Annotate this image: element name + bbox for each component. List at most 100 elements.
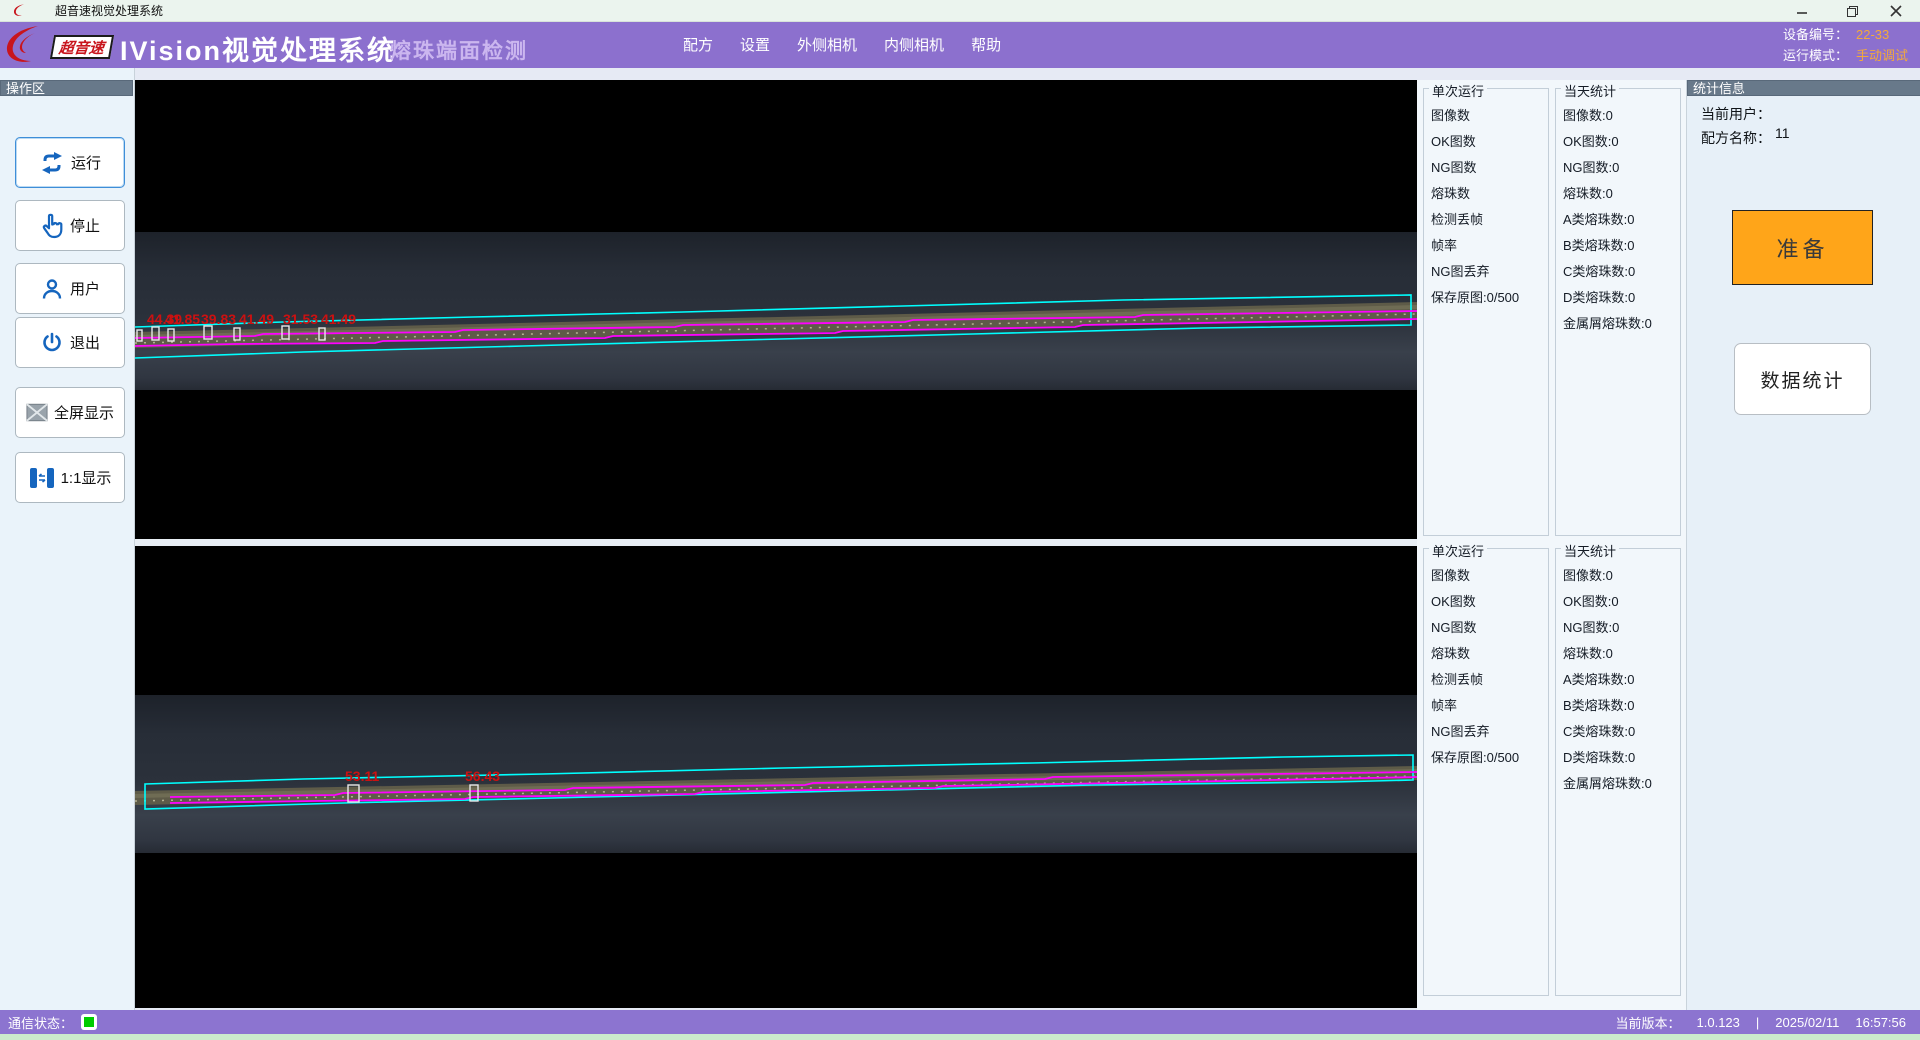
user-label: 用户 (70, 278, 100, 299)
fullscreen-label: 全屏显示 (54, 402, 114, 423)
restore-icon (1846, 5, 1859, 18)
window-titlebar: 超音速视觉处理系统 (0, 0, 1920, 22)
stat-row: 图像数 (1431, 105, 1548, 131)
stat-row: OK图数:0 (1563, 591, 1680, 617)
stat-row: 帧率 (1431, 235, 1548, 261)
groupbox-title: 当天统计 (1561, 81, 1619, 100)
ready-button[interactable]: 准备 (1732, 210, 1873, 285)
desktop-strip (0, 1034, 1920, 1040)
brand-logo-badge: 超音速 (50, 35, 114, 59)
one-to-one-label: 1:1显示 (61, 467, 112, 488)
restore-button[interactable] (1832, 0, 1872, 22)
status-separator: | (1756, 1015, 1759, 1030)
stat-row: 保存原图:0/500 (1431, 287, 1548, 313)
app-logo-icon (13, 3, 28, 23)
close-button[interactable] (1876, 0, 1916, 22)
stat-row: 检测丢帧 (1431, 209, 1548, 235)
statistics-column: 单次运行 图像数 OK图数 NG图数 熔珠数 检测丢帧 帧率 NG图丢弃 保存原… (1417, 80, 1686, 1010)
app-title: IVision视觉处理系统 (120, 29, 396, 68)
exit-button[interactable]: 退出 (15, 317, 125, 368)
app-header: 超音速 IVision视觉处理系统 熔珠端面检测 配方 设置 外侧相机 内侧相机… (0, 22, 1920, 68)
groupbox-title: 单次运行 (1429, 81, 1487, 100)
minimize-icon (1796, 5, 1808, 17)
camera-splitter (135, 539, 1417, 546)
menubar: 配方 设置 外侧相机 内侧相机 帮助 (683, 35, 1001, 57)
stat-row: 图像数:0 (1563, 105, 1680, 131)
run-button[interactable]: 运行 (15, 137, 125, 188)
detection-overlay-top (135, 80, 1417, 539)
menu-recipe[interactable]: 配方 (683, 35, 713, 57)
power-icon (40, 331, 64, 355)
app-subtitle: 熔珠端面检测 (390, 35, 528, 65)
data-statistics-button[interactable]: 数据统计 (1734, 343, 1871, 415)
single-run-groupbox: 单次运行 图像数 OK图数 NG图数 熔珠数 检测丢帧 帧率 NG图丢弃 保存原… (1423, 548, 1549, 996)
stat-row: NG图数:0 (1563, 617, 1680, 643)
user-icon (40, 277, 64, 301)
stat-row: NG图丢弃 (1431, 721, 1548, 747)
version-value: 1.0.123 (1697, 1015, 1740, 1030)
device-number-label: 设备编号： (1783, 25, 1848, 44)
stat-row: 图像数:0 (1563, 565, 1680, 591)
stat-row: C类熔珠数:0 (1563, 721, 1680, 747)
stat-row: B类熔珠数:0 (1563, 235, 1680, 261)
measurement-label: 31.53 (283, 311, 318, 327)
statistics-info-panel: 统计信息 当前用户： 配方名称： 11 准备 数据统计 (1686, 80, 1920, 1010)
stat-row: NG图数:0 (1563, 157, 1680, 183)
minimize-button[interactable] (1782, 0, 1822, 22)
exit-label: 退出 (70, 332, 100, 353)
one-to-one-button[interactable]: 1:1显示 (15, 452, 125, 503)
current-user-label: 当前用户： (1701, 104, 1771, 124)
stat-row: 图像数 (1431, 565, 1548, 591)
run-loop-icon (39, 151, 65, 175)
hand-stop-icon (40, 213, 64, 239)
user-button[interactable]: 用户 (15, 263, 125, 314)
measurement-label: 53.11 (345, 768, 379, 784)
stat-row: B类熔珠数:0 (1563, 695, 1680, 721)
menu-inner-camera[interactable]: 内侧相机 (884, 35, 944, 57)
menu-outer-camera[interactable]: 外侧相机 (797, 35, 857, 57)
menu-help[interactable]: 帮助 (971, 35, 1001, 57)
sidebar-title: 操作区 (0, 80, 133, 96)
single-run-groupbox: 单次运行 图像数 OK图数 NG图数 熔珠数 检测丢帧 帧率 NG图丢弃 保存原… (1423, 88, 1549, 536)
window-title: 超音速视觉处理系统 (55, 0, 163, 22)
stat-row: OK图数 (1431, 131, 1548, 157)
fullscreen-button[interactable]: 全屏显示 (15, 387, 125, 438)
groupbox-title: 当天统计 (1561, 541, 1619, 560)
measurement-label: 56.43 (465, 768, 500, 784)
stat-row: NG图丢弃 (1431, 261, 1548, 287)
status-date: 2025/02/11 (1775, 1015, 1839, 1030)
run-label: 运行 (71, 152, 101, 173)
stat-row: 帧率 (1431, 695, 1548, 721)
daily-stats-groupbox: 当天统计 图像数:0 OK图数:0 NG图数:0 熔珠数:0 A类熔珠数:0 B… (1555, 548, 1681, 996)
recipe-name-label: 配方名称： (1701, 128, 1771, 148)
measurement-label: 41.49 (321, 311, 356, 327)
brand-swoosh-icon (4, 24, 50, 71)
stat-row: 保存原图:0/500 (1431, 747, 1548, 773)
device-info: 设备编号： 22-33 运行模式： 手动调试 (1783, 25, 1908, 65)
run-mode-label: 运行模式： (1783, 46, 1848, 65)
stat-row: D类熔珠数:0 (1563, 747, 1680, 773)
stop-button[interactable]: 停止 (15, 200, 125, 251)
stat-row: 金属屑熔珠数:0 (1563, 313, 1680, 339)
stat-row: NG图数 (1431, 617, 1548, 643)
stat-row: 熔珠数 (1431, 183, 1548, 209)
device-number-value: 22-33 (1856, 25, 1908, 44)
stop-label: 停止 (70, 215, 100, 236)
detection-overlay-bottom (135, 546, 1417, 1008)
stat-row: 熔珠数:0 (1563, 643, 1680, 669)
recipe-name-value: 11 (1775, 125, 1790, 141)
info-panel-title: 统计信息 (1687, 80, 1920, 96)
stat-row: C类熔珠数:0 (1563, 261, 1680, 287)
version-label: 当前版本： (1616, 1013, 1681, 1032)
menu-settings[interactable]: 设置 (740, 35, 770, 57)
fullscreen-icon (26, 403, 48, 422)
measurement-label: 41.49 (239, 311, 274, 327)
comm-status-indicator (81, 1014, 97, 1030)
comm-status-label: 通信状态： (8, 1013, 73, 1032)
stat-row: 熔珠数 (1431, 643, 1548, 669)
one-to-one-icon (29, 466, 55, 490)
stat-row: D类熔珠数:0 (1563, 287, 1680, 313)
measurement-label: 39.83 (201, 311, 236, 327)
run-mode-value: 手动调试 (1856, 46, 1908, 65)
stat-row: A类熔珠数:0 (1563, 669, 1680, 695)
